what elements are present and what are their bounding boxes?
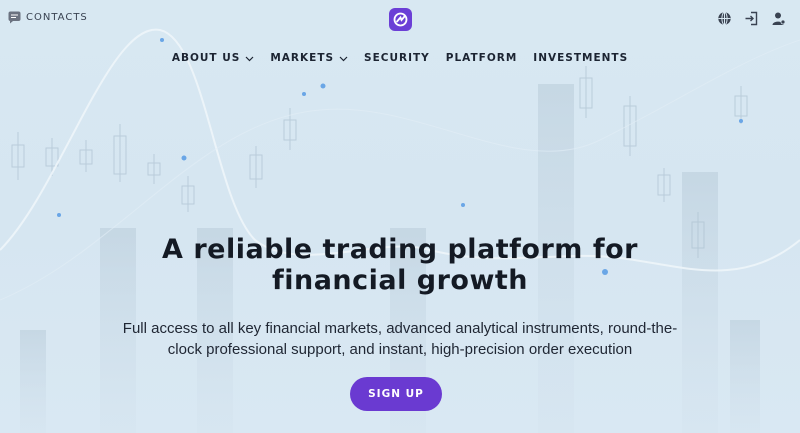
nav-platform[interactable]: PLATFORM xyxy=(446,52,518,64)
sign-up-button[interactable]: SIGN UP xyxy=(350,377,442,411)
nav-investments-label: INVESTMENTS xyxy=(533,52,629,64)
hero-title-line-1: A reliable trading platform for xyxy=(162,234,638,265)
chevron-down-icon xyxy=(339,56,348,61)
top-bar: CONTACTS xyxy=(0,0,800,40)
contacts-label: CONTACTS xyxy=(26,12,88,23)
nav-security-label: SECURITY xyxy=(364,52,430,64)
hero-subtitle-line-1: Full access to all key financial markets… xyxy=(122,320,678,337)
login-icon[interactable] xyxy=(744,11,759,26)
nav-markets[interactable]: MARKETS xyxy=(270,52,348,64)
contacts-link[interactable]: CONTACTS xyxy=(8,11,88,24)
hero-title-line-2: financial growth xyxy=(271,265,529,296)
nav-investments[interactable]: INVESTMENTS xyxy=(533,52,628,64)
hero-subtitle-line-2: clock professional support, and instant,… xyxy=(167,341,633,358)
background-chart-decoration xyxy=(0,28,800,433)
nav-markets-label: MARKETS xyxy=(270,52,335,64)
nav-security[interactable]: SECURITY xyxy=(364,52,430,64)
nav-about-us[interactable]: ABOUT US xyxy=(172,52,255,64)
nav-about-us-label: ABOUT US xyxy=(171,52,241,64)
top-right-icons xyxy=(717,11,786,26)
brand-logo[interactable] xyxy=(389,8,412,31)
chat-icon xyxy=(8,11,21,24)
nav-platform-label: PLATFORM xyxy=(445,52,518,64)
globe-icon[interactable] xyxy=(717,11,732,26)
brand-logo-icon xyxy=(393,12,408,27)
main-navigation: ABOUT US MARKETS SECURITY PLATFORM INVES… xyxy=(0,52,800,64)
user-icon[interactable] xyxy=(771,11,786,26)
chevron-down-icon xyxy=(245,56,254,61)
hero-subtitle: Full access to all key financial markets… xyxy=(110,318,690,360)
hero-title: A reliable trading platform for financia… xyxy=(0,234,800,296)
